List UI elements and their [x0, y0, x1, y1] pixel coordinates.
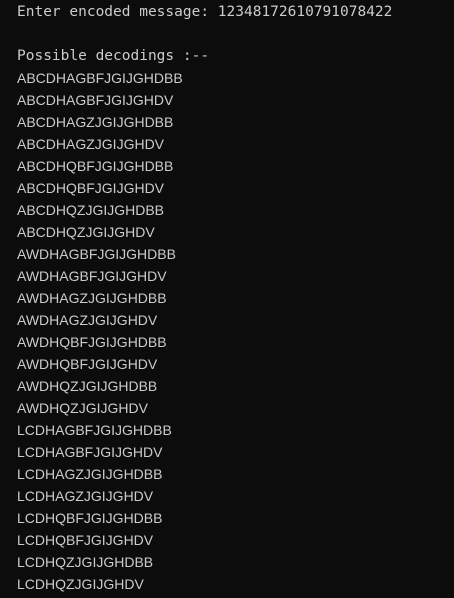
decoding-line: ABCDHAGZJGIJGHDV [17, 136, 165, 152]
decoding-line: ABCDHQZJGIJGHDBB [17, 202, 165, 218]
decoding-line: LCDHQZJGIJGHDBB [17, 554, 154, 570]
decoding-line: ABCDHAGBFJGIJGHDV [17, 92, 174, 108]
decoding-line: AWDHAGZJGIJGHDBB [17, 290, 167, 306]
decoding-line: AWDHQZJGIJGHDBB [17, 378, 158, 394]
decoding-line: ABCDHAGBFJGIJGHDBB [17, 70, 183, 86]
decoding-line: LCDHAGBFJGIJGHDV [17, 444, 163, 460]
decoding-line: LCDHAGZJGIJGHDBB [17, 466, 163, 482]
decoding-line: AWDHAGBFJGIJGHDV [17, 268, 167, 284]
encoded-message-value: 12348172610791078422 [217, 4, 393, 20]
decoding-line: LCDHQBFJGIJGHDBB [17, 510, 163, 526]
decoding-list: ABCDHAGBFJGIJGHDBB ABCDHAGBFJGIJGHDV ABCDH… [17, 67, 454, 595]
prompt-label: Enter encoded message: [17, 4, 218, 20]
decoding-line: LCDHAGZJGIJGHDV [17, 488, 154, 504]
decoding-line: AWDHAGZJGIJGHDV [17, 312, 158, 328]
decoding-line: ABCDHQBFJGIJGHDBB [17, 158, 174, 174]
decoding-line: LCDHAGBFJGIJGHDBB [17, 422, 172, 438]
terminal-window[interactable]: Enter encoded message: 12348172610791078… [0, 0, 454, 598]
decoding-line: LCDHQBFJGIJGHDV [17, 532, 154, 548]
decoding-line: AWDHQBFJGIJGHDBB [17, 334, 167, 350]
input-prompt-line: Enter encoded message: 12348172610791078… [17, 1, 454, 23]
decoding-line: ABCDHQZJGIJGHDV [17, 224, 155, 240]
decoding-line: LCDHQZJGIJGHDV [17, 576, 144, 592]
decoding-line: ABCDHQBFJGIJGHDV [17, 180, 165, 196]
decoding-line: AWDHQBFJGIJGHDV [17, 356, 158, 372]
decoding-line: AWDHAGBFJGIJGHDBB [17, 246, 176, 262]
decodings-header: Possible decodings :-- [17, 48, 210, 64]
decoding-line: ABCDHAGZJGIJGHDBB [17, 114, 174, 130]
decoding-line: AWDHQZJGIJGHDV [17, 400, 148, 416]
